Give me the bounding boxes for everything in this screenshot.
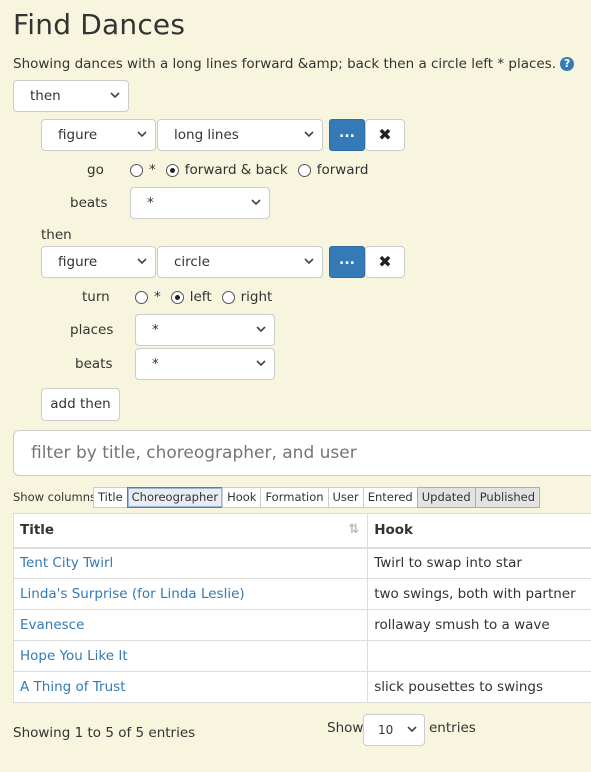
dance-title-link[interactable]: Linda's Surprise (for Linda Leslie) — [20, 586, 245, 602]
hook-cell: Twirl to swap into star — [367, 547, 591, 579]
chevron-down-icon — [256, 315, 266, 333]
figure1-beats-select[interactable]: * — [130, 187, 270, 219]
go-label: go — [87, 162, 104, 178]
dance-title-link[interactable]: Tent City Twirl — [20, 555, 113, 571]
chevron-down-icon — [137, 120, 147, 138]
figure2-move-value: circle — [174, 254, 210, 270]
question-circle-icon[interactable]: ? — [560, 57, 575, 71]
title-cell: Tent City Twirl — [12, 547, 369, 579]
figure1-kind-value: figure — [58, 127, 98, 143]
figure2-beats-label: beats — [75, 356, 113, 372]
hook-cell: two swings, both with partner — [367, 578, 591, 610]
figure2-beats-value: * — [152, 356, 159, 372]
title-cell: Linda's Surprise (for Linda Leslie) — [12, 578, 369, 610]
title-cell: A Thing of Trust — [12, 671, 369, 703]
table-row: Tent City Twirl Twirl to swap into star — [12, 547, 591, 579]
then-label: then — [41, 227, 72, 243]
go-option-forward-label: forward — [316, 162, 369, 178]
hook-cell — [367, 640, 591, 672]
table-row: Hope You Like It — [12, 640, 591, 672]
turn-option-right-label: right — [240, 289, 273, 305]
root-operator-select[interactable]: then — [13, 80, 129, 112]
column-toggle-title[interactable]: Title — [93, 487, 128, 508]
chevron-down-icon — [137, 247, 147, 265]
figure1-move-value: long lines — [174, 127, 239, 143]
search-description: Showing dances with a long lines forward… — [13, 56, 575, 72]
entries-label: entries — [429, 720, 476, 736]
dance-title-link[interactable]: A Thing of Trust — [20, 679, 126, 695]
show-label: Show — [327, 720, 364, 736]
chevron-down-icon — [110, 81, 120, 99]
title-cell: Evanesce — [12, 609, 369, 641]
go-option-any-label: * — [149, 162, 156, 178]
column-header-hook[interactable]: Hook — [367, 513, 591, 549]
root-operator-value: then — [30, 88, 61, 104]
column-header-title[interactable]: Title ⇅ — [12, 513, 369, 549]
figure2-kind-value: figure — [58, 254, 98, 270]
turn-radio-group: * left right — [135, 289, 282, 305]
places-label: places — [70, 322, 114, 338]
figure2-kind-select[interactable]: figure — [41, 246, 156, 278]
places-value: * — [152, 322, 159, 338]
dances-table: Title ⇅ Hook Tent City Twirl Twirl to swa… — [12, 513, 591, 703]
chevron-down-icon — [251, 188, 261, 206]
dance-title-link[interactable]: Hope You Like It — [20, 648, 128, 664]
figure2-beats-select[interactable]: * — [135, 348, 275, 380]
column-toggles: Title Choreographer Hook Formation User … — [93, 487, 541, 508]
go-radio-forward[interactable] — [297, 163, 311, 177]
go-option-forward-back-label: forward & back — [184, 162, 288, 178]
turn-radio-left[interactable] — [170, 290, 184, 304]
table-row: Evanesce rollaway smush to a wave — [12, 609, 591, 641]
turn-option-any-label: * — [154, 289, 161, 305]
page-length-select[interactable]: 10 — [363, 714, 425, 746]
chevron-down-icon — [407, 715, 417, 733]
turn-radio-any[interactable] — [135, 290, 148, 304]
column-header-hook-label: Hook — [374, 522, 414, 539]
add-then-button[interactable]: add then — [41, 388, 120, 421]
close-icon: ✖ — [378, 252, 392, 271]
column-toggle-choreographer[interactable]: Choreographer — [126, 487, 224, 508]
turn-radio-right[interactable] — [221, 290, 235, 304]
turn-option-left-label: left — [189, 289, 212, 305]
figure1-kind-select[interactable]: figure — [41, 119, 156, 151]
go-radio-any[interactable] — [130, 163, 143, 177]
sort-icon: ⇅ — [348, 522, 360, 538]
places-select[interactable]: * — [135, 314, 275, 346]
page-title: Find Dances — [13, 8, 186, 41]
close-icon: ✖ — [378, 125, 392, 144]
table-header-row: Title ⇅ Hook — [12, 513, 591, 549]
table-row: A Thing of Trust slick pousettes to swin… — [12, 671, 591, 703]
figure1-move-select[interactable]: long lines — [157, 119, 323, 151]
filter-input[interactable] — [13, 430, 591, 476]
figure1-beats-label: beats — [70, 195, 108, 211]
column-toggle-updated[interactable]: Updated — [416, 487, 476, 508]
figure2-move-select[interactable]: circle — [157, 246, 323, 278]
hook-cell: rollaway smush to a wave — [367, 609, 591, 641]
column-toggle-user[interactable]: User — [327, 487, 364, 508]
go-radio-forward-back[interactable] — [165, 163, 179, 177]
column-toggle-formation[interactable]: Formation — [260, 487, 329, 508]
figure2-more-button[interactable]: ... — [329, 246, 365, 278]
figure2-remove-button[interactable]: ✖ — [365, 246, 405, 278]
column-toggle-published[interactable]: Published — [474, 487, 541, 508]
chevron-down-icon — [256, 349, 266, 367]
chevron-down-icon — [304, 120, 314, 138]
title-cell: Hope You Like It — [12, 640, 369, 672]
show-columns-label: Show columns — [13, 490, 97, 504]
column-toggle-hook[interactable]: Hook — [222, 487, 262, 508]
chevron-down-icon — [304, 247, 314, 265]
turn-label: turn — [82, 289, 110, 305]
figure1-more-button[interactable]: ... — [329, 119, 365, 151]
hook-cell: slick pousettes to swings — [367, 671, 591, 703]
figure1-remove-button[interactable]: ✖ — [365, 119, 405, 151]
dance-title-link[interactable]: Evanesce — [20, 617, 84, 633]
go-radio-group: * forward & back forward — [130, 162, 378, 178]
table-info: Showing 1 to 5 of 5 entries — [13, 725, 196, 741]
figure1-beats-value: * — [147, 195, 154, 211]
page-length-value: 10 — [378, 723, 394, 737]
column-toggle-entered[interactable]: Entered — [362, 487, 418, 508]
description-text: Showing dances with a long lines forward… — [13, 56, 557, 72]
column-header-title-label: Title — [20, 522, 55, 539]
table-row: Linda's Surprise (for Linda Leslie) two … — [12, 578, 591, 610]
